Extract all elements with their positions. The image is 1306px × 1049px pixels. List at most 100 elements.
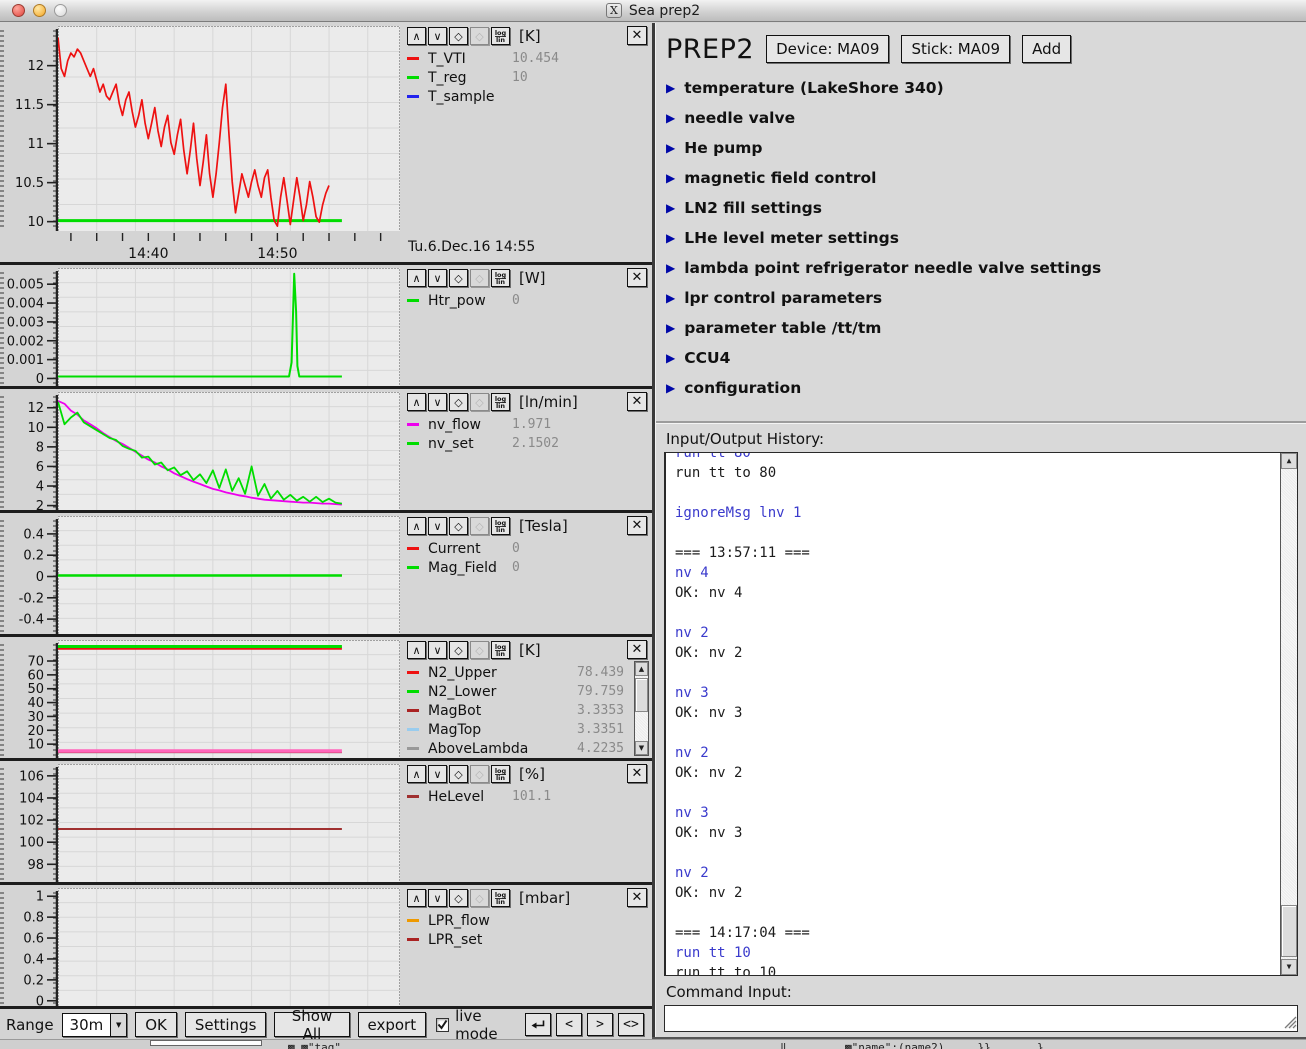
legend-entry[interactable]: N2_Lower79.759 (407, 682, 628, 701)
shift-up-button[interactable]: ∧ (407, 889, 426, 907)
shift-up-button[interactable]: ∧ (407, 765, 426, 783)
tree-item-2[interactable]: ▶He pump (666, 133, 1306, 163)
scroll-up-arrow-icon[interactable]: ▲ (1281, 453, 1297, 469)
plot-area[interactable] (58, 516, 400, 634)
step-left-button[interactable]: < (556, 1013, 582, 1036)
history-scrollbar[interactable]: ▲ ▼ (1280, 453, 1297, 975)
tree-item-5[interactable]: ▶LHe level meter settings (666, 223, 1306, 253)
device-button[interactable]: Device: MA09 (766, 35, 889, 63)
legend-entry[interactable]: MagTop3.3351 (407, 720, 628, 739)
expand-range-button[interactable]: <> (618, 1013, 644, 1036)
legend-entry[interactable]: T_VTI10.454 (407, 49, 648, 68)
shift-up-button[interactable]: ∧ (407, 269, 426, 287)
close-chart-button[interactable]: ✕ (627, 516, 647, 535)
tree-item-3[interactable]: ▶magnetic field control (666, 163, 1306, 193)
legend-entry[interactable]: AboveLambda4.2235 (407, 739, 628, 758)
show-all-button[interactable]: Show All (274, 1012, 349, 1037)
shift-down-button[interactable]: ∨ (428, 517, 447, 535)
log-lin-toggle[interactable]: loglin (491, 517, 510, 535)
log-lin-toggle[interactable]: loglin (491, 889, 510, 907)
log-lin-toggle[interactable]: loglin (491, 27, 510, 45)
expand-triangle-icon[interactable]: ▶ (666, 202, 675, 214)
legend-entry[interactable]: T_reg10 (407, 68, 648, 87)
zoom-out-button[interactable]: ◇ (449, 269, 468, 287)
log-lin-toggle[interactable]: loglin (491, 393, 510, 411)
shift-down-button[interactable]: ∨ (428, 765, 447, 783)
shift-up-button[interactable]: ∧ (407, 517, 426, 535)
close-chart-button[interactable]: ✕ (627, 26, 647, 45)
plot-area[interactable] (58, 764, 400, 882)
expand-triangle-icon[interactable]: ▶ (666, 322, 675, 334)
legend-entry[interactable]: HeLevel101.1 (407, 787, 648, 806)
minimize-window-button[interactable] (33, 4, 46, 17)
range-dropdown-arrow-icon[interactable]: ▼ (110, 1014, 126, 1036)
expand-triangle-icon[interactable]: ▶ (666, 232, 675, 244)
close-window-button[interactable] (12, 4, 25, 17)
legend-entry[interactable]: LPR_set (407, 930, 648, 949)
legend-entry[interactable]: Htr_pow0 (407, 291, 648, 310)
titlebar[interactable]: X Sea prep2 (0, 0, 1306, 22)
log-lin-toggle[interactable]: loglin (491, 641, 510, 659)
zoom-out-button[interactable]: ◇ (449, 889, 468, 907)
tree-item-0[interactable]: ▶temperature (LakeShore 340) (666, 73, 1306, 103)
jump-back-button[interactable] (525, 1013, 551, 1036)
resize-grip-icon[interactable] (1284, 1016, 1297, 1029)
export-button[interactable]: export (358, 1012, 427, 1037)
scrollbar-thumb[interactable] (1281, 905, 1297, 957)
scroll-down-arrow-icon[interactable]: ▼ (1281, 959, 1297, 975)
plot-area[interactable] (58, 268, 400, 386)
close-chart-button[interactable]: ✕ (627, 764, 647, 783)
tree-item-10[interactable]: ▶configuration (666, 373, 1306, 403)
expand-triangle-icon[interactable]: ▶ (666, 382, 675, 394)
shift-down-button[interactable]: ∨ (428, 641, 447, 659)
tree-item-9[interactable]: ▶CCU4 (666, 343, 1306, 373)
legend-entry[interactable]: Mag_Field0 (407, 558, 648, 577)
scrollbar-track[interactable] (635, 676, 648, 741)
scroll-down-arrow-icon[interactable]: ▼ (635, 741, 648, 755)
close-chart-button[interactable]: ✕ (627, 888, 647, 907)
close-chart-button[interactable]: ✕ (627, 268, 647, 287)
scrollbar-track[interactable] (1281, 469, 1297, 959)
close-chart-button[interactable]: ✕ (627, 640, 647, 659)
expand-triangle-icon[interactable]: ▶ (666, 172, 675, 184)
expand-triangle-icon[interactable]: ▶ (666, 352, 675, 364)
zoom-out-button[interactable]: ◇ (449, 517, 468, 535)
shift-up-button[interactable]: ∧ (407, 27, 426, 45)
zoom-out-button[interactable]: ◇ (449, 27, 468, 45)
settings-button[interactable]: Settings (185, 1012, 267, 1037)
shift-down-button[interactable]: ∨ (428, 393, 447, 411)
zoom-out-button[interactable]: ◇ (449, 765, 468, 783)
plot-area[interactable] (58, 888, 400, 1006)
tree-item-7[interactable]: ▶lpr control parameters (666, 283, 1306, 313)
shift-down-button[interactable]: ∨ (428, 889, 447, 907)
zoom-out-button[interactable]: ◇ (449, 641, 468, 659)
close-chart-button[interactable]: ✕ (627, 392, 647, 411)
legend-entry[interactable]: nv_flow1.971 (407, 415, 648, 434)
plot-area[interactable] (58, 392, 400, 510)
expand-triangle-icon[interactable]: ▶ (666, 142, 675, 154)
legend-entry[interactable]: Current0 (407, 539, 648, 558)
scroll-up-arrow-icon[interactable]: ▲ (635, 662, 648, 676)
tree-item-1[interactable]: ▶needle valve (666, 103, 1306, 133)
shift-down-button[interactable]: ∨ (428, 269, 447, 287)
add-button[interactable]: Add (1022, 35, 1071, 63)
stick-button[interactable]: Stick: MA09 (901, 35, 1010, 63)
zoom-window-button[interactable] (54, 4, 67, 17)
legend-entry[interactable]: T_sample (407, 87, 648, 106)
tree-item-8[interactable]: ▶parameter table /tt/tm (666, 313, 1306, 343)
range-select[interactable]: 30m ▼ (62, 1013, 128, 1037)
step-right-button[interactable]: > (587, 1013, 613, 1036)
log-lin-toggle[interactable]: loglin (491, 269, 510, 287)
log-lin-toggle[interactable]: loglin (491, 765, 510, 783)
legend-entry[interactable]: LPR_flow (407, 911, 648, 930)
plot-area[interactable] (58, 640, 400, 758)
ok-button[interactable]: OK (135, 1012, 177, 1037)
legend-entry[interactable]: nv_set2.1502 (407, 434, 648, 453)
scrollbar-thumb[interactable] (635, 678, 648, 712)
io-history-box[interactable]: run tt 80run tt to 80 ignoreMsg lnv 1 ==… (664, 452, 1298, 976)
expand-triangle-icon[interactable]: ▶ (666, 112, 675, 124)
command-input[interactable] (664, 1005, 1298, 1032)
plot-area[interactable] (58, 26, 400, 231)
expand-triangle-icon[interactable]: ▶ (666, 262, 675, 274)
legend-scrollbar[interactable]: ▲▼ (634, 661, 649, 756)
